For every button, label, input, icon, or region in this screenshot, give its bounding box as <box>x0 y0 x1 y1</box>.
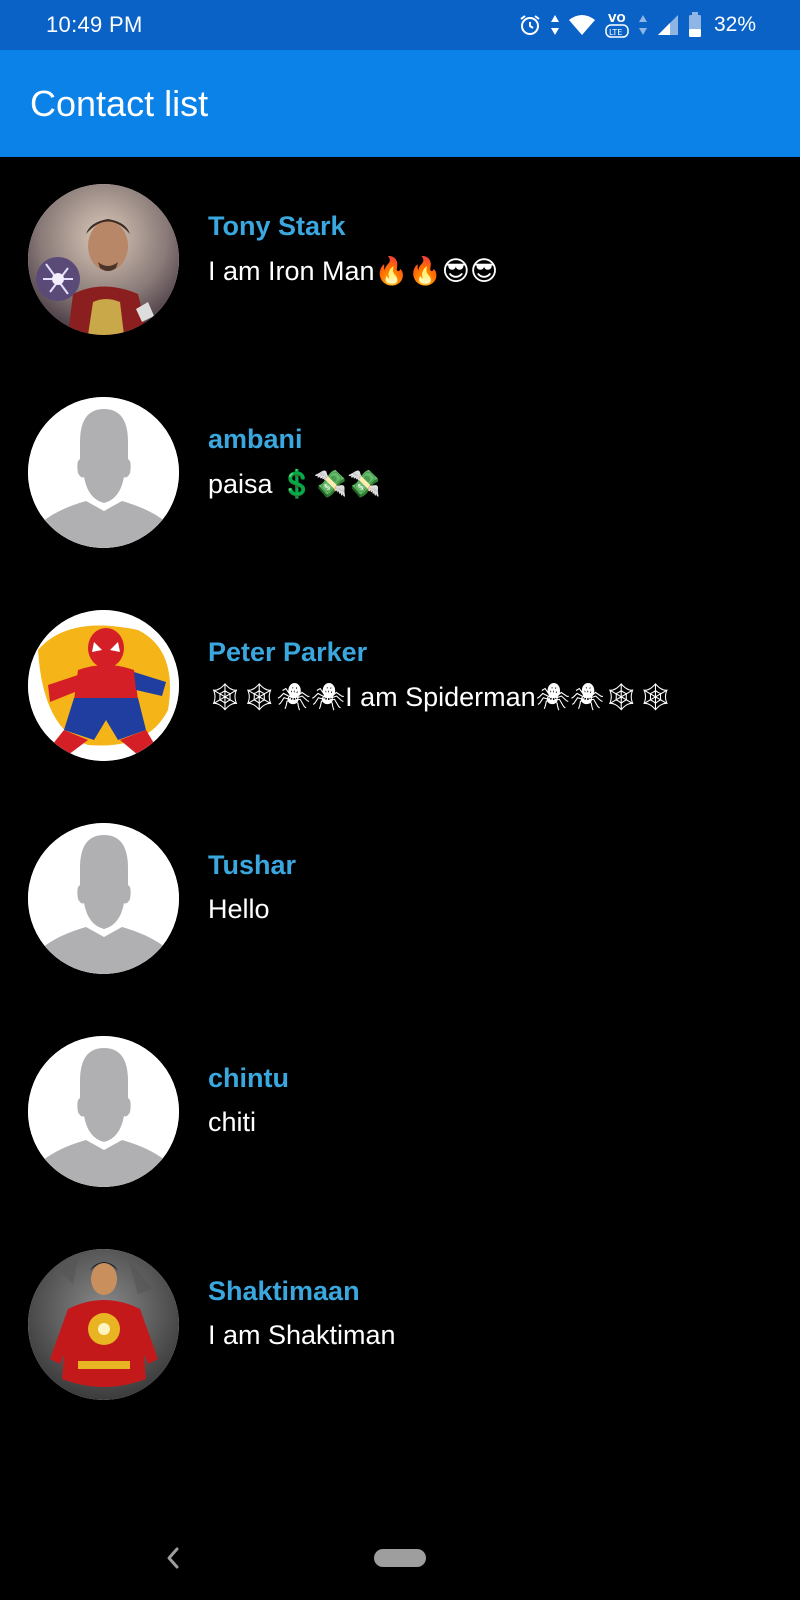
contact-name: Peter Parker <box>208 637 368 667</box>
contact-name: ambani <box>208 424 303 454</box>
default-person-avatar <box>28 823 179 974</box>
contact-row-ambani[interactable]: ambani paisa 💲💸💸 <box>0 370 800 583</box>
spiderman-avatar <box>28 610 179 761</box>
contact-row-tushar[interactable]: Tushar Hello <box>0 796 800 1009</box>
contact-status: 🕸🕸🕷🕷I am Spiderman🕷🕷🕸🕸 <box>208 682 673 712</box>
volte-icon: VO LTE <box>604 10 630 40</box>
signal-icon <box>656 13 680 37</box>
contact-row-tony-stark[interactable]: Tony Stark I am Iron Man🔥🔥😎😎 <box>0 157 800 370</box>
alarm-icon <box>518 13 542 37</box>
contact-status: Hello <box>208 894 270 924</box>
battery-percentage: 32% <box>713 13 756 36</box>
contact-row-peter-parker[interactable]: Peter Parker 🕸🕸🕷🕷I am Spiderman🕷🕷🕸🕸 <box>0 583 800 796</box>
contact-name: Tony Stark <box>208 211 346 241</box>
battery-icon <box>688 12 702 38</box>
svg-text:LTE: LTE <box>609 28 622 37</box>
contact-status: chiti <box>208 1107 257 1137</box>
app-bar: Contact list <box>0 50 800 157</box>
shaktimaan-avatar <box>28 1249 179 1400</box>
contact-status: paisa 💲💸💸 <box>208 469 381 499</box>
contact-status: I am Shaktiman <box>208 1320 396 1350</box>
contact-row-shaktimaan[interactable]: Shaktimaan I am Shaktiman <box>0 1222 800 1435</box>
page-title: Contact list <box>30 83 209 124</box>
wifi-icon <box>568 13 596 37</box>
contact-status: I am Iron Man🔥🔥😎😎 <box>208 256 499 286</box>
contact-name: Shaktimaan <box>208 1276 360 1306</box>
contact-list-screen: 10:49 PM VO LTE 32% Contact list Tony St… <box>0 0 800 1600</box>
data-arrows-icon <box>550 13 560 37</box>
status-bar: 10:49 PM VO LTE 32% <box>0 0 800 50</box>
home-pill-icon[interactable] <box>374 1549 426 1567</box>
data-arrows-icon-2 <box>638 13 648 37</box>
iron-man-avatar <box>28 184 179 335</box>
svg-text:VO: VO <box>608 12 626 25</box>
default-person-avatar <box>28 397 179 548</box>
default-person-avatar <box>28 1036 179 1187</box>
contact-name: chintu <box>208 1063 289 1093</box>
contact-name: Tushar <box>208 850 297 880</box>
contact-row-chintu[interactable]: chintu chiti <box>0 1009 800 1222</box>
status-icons: VO LTE 32% <box>518 10 756 40</box>
back-icon[interactable] <box>163 1545 185 1571</box>
status-time: 10:49 PM <box>46 12 143 37</box>
